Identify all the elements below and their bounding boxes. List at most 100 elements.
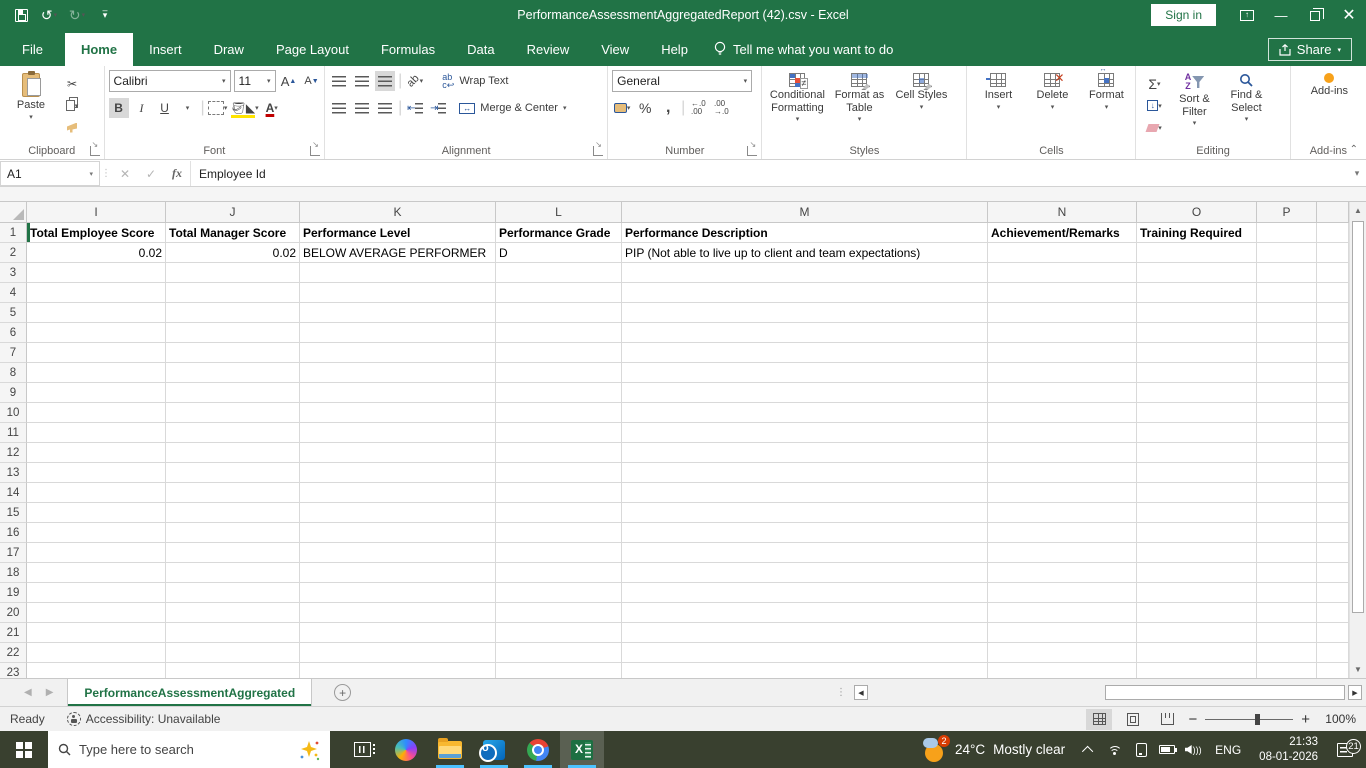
cell-L21[interactable] bbox=[496, 623, 622, 643]
cell-L15[interactable] bbox=[496, 503, 622, 523]
cell-K6[interactable] bbox=[300, 323, 496, 343]
cell-O16[interactable] bbox=[1137, 523, 1257, 543]
cell-I6[interactable] bbox=[27, 323, 166, 343]
cell-I4[interactable] bbox=[27, 283, 166, 303]
cut-button[interactable]: ✂ bbox=[62, 74, 82, 94]
cell-M20[interactable] bbox=[622, 603, 988, 623]
cell-J7[interactable] bbox=[166, 343, 300, 363]
cell-J9[interactable] bbox=[166, 383, 300, 403]
cell-N12[interactable] bbox=[988, 443, 1137, 463]
cell-O10[interactable] bbox=[1137, 403, 1257, 423]
tab-scroll-splitter[interactable]: ⋮ bbox=[830, 687, 852, 698]
cell-P18[interactable] bbox=[1257, 563, 1317, 583]
cell-I3[interactable] bbox=[27, 263, 166, 283]
cell-M11[interactable] bbox=[622, 423, 988, 443]
borders-button[interactable]: ▾ bbox=[207, 98, 228, 118]
cell-P15[interactable] bbox=[1257, 503, 1317, 523]
ribbon-tab-view[interactable]: View bbox=[585, 33, 645, 66]
clipboard-dialog-launcher[interactable] bbox=[89, 140, 100, 156]
new-sheet-button[interactable]: + bbox=[334, 684, 352, 701]
cell-N11[interactable] bbox=[988, 423, 1137, 443]
start-button[interactable] bbox=[0, 731, 48, 768]
column-header-M[interactable]: M bbox=[622, 202, 988, 223]
cell-M6[interactable] bbox=[622, 323, 988, 343]
cell-O18[interactable] bbox=[1137, 563, 1257, 583]
battery-button[interactable] bbox=[1155, 745, 1179, 754]
cell-P20[interactable] bbox=[1257, 603, 1317, 623]
cell-M10[interactable] bbox=[622, 403, 988, 423]
cell-K15[interactable] bbox=[300, 503, 496, 523]
cell-I2[interactable]: 0.02 bbox=[27, 243, 166, 263]
merge-center-button[interactable]: ↔ Merge & Center ▾ bbox=[459, 98, 566, 118]
conditional-formatting-button[interactable]: ≠ Conditional Formatting ▾ bbox=[766, 70, 828, 141]
ribbon-tab-page-layout[interactable]: Page Layout bbox=[260, 33, 365, 66]
cell-P19[interactable] bbox=[1257, 583, 1317, 603]
cell-x3[interactable] bbox=[1317, 263, 1349, 283]
cell-N4[interactable] bbox=[988, 283, 1137, 303]
cell-M14[interactable] bbox=[622, 483, 988, 503]
cell-L22[interactable] bbox=[496, 643, 622, 663]
column-header-J[interactable]: J bbox=[166, 202, 300, 223]
cell-I5[interactable] bbox=[27, 303, 166, 323]
file-explorer-button[interactable] bbox=[428, 731, 472, 768]
copilot-button[interactable] bbox=[384, 731, 428, 768]
wrap-text-button[interactable]: ab c↩ Wrap Text bbox=[442, 71, 508, 91]
redo-button[interactable]: ↻ ▾ bbox=[64, 2, 90, 28]
cell-L7[interactable] bbox=[496, 343, 622, 363]
confirm-entry-button[interactable]: ✓ bbox=[138, 161, 164, 186]
prev-sheet-button[interactable]: ◀ bbox=[24, 687, 32, 698]
cell-K4[interactable] bbox=[300, 283, 496, 303]
font-size-select[interactable]: 11 ▾ bbox=[233, 70, 276, 92]
zoom-slider-thumb[interactable] bbox=[1255, 713, 1261, 725]
cell-x12[interactable] bbox=[1317, 443, 1349, 463]
cell-K10[interactable] bbox=[300, 403, 496, 423]
column-header-N[interactable]: N bbox=[988, 202, 1137, 223]
cell-P22[interactable] bbox=[1257, 643, 1317, 663]
cell-J4[interactable] bbox=[166, 283, 300, 303]
clear-button[interactable]: ▾ bbox=[1144, 118, 1164, 138]
paste-button[interactable]: Paste ▾ bbox=[4, 70, 58, 141]
scroll-left-button[interactable]: ◀ bbox=[854, 685, 868, 700]
cell-M17[interactable] bbox=[622, 543, 988, 563]
cell-x7[interactable] bbox=[1317, 343, 1349, 363]
cell-x10[interactable] bbox=[1317, 403, 1349, 423]
row-header-13[interactable]: 13 bbox=[0, 463, 27, 483]
column-header-K[interactable]: K bbox=[300, 202, 496, 223]
volume-button[interactable]: ))) bbox=[1181, 745, 1205, 755]
chrome-button[interactable] bbox=[516, 731, 560, 768]
expand-formula-bar-button[interactable]: ▾ bbox=[1348, 161, 1366, 186]
cell-P4[interactable] bbox=[1257, 283, 1317, 303]
cell-x4[interactable] bbox=[1317, 283, 1349, 303]
ribbon-tab-draw[interactable]: Draw bbox=[198, 33, 260, 66]
row-header-10[interactable]: 10 bbox=[0, 403, 27, 423]
cell-L6[interactable] bbox=[496, 323, 622, 343]
bold-button[interactable]: B bbox=[108, 98, 129, 118]
increase-font-button[interactable]: A ▲ bbox=[279, 71, 299, 91]
cell-I18[interactable] bbox=[27, 563, 166, 583]
cell-I14[interactable] bbox=[27, 483, 166, 503]
tell-me-box[interactable]: Tell me what you want to do bbox=[704, 32, 903, 66]
cell-M15[interactable] bbox=[622, 503, 988, 523]
cell-I1[interactable]: Total Employee Score bbox=[27, 223, 166, 243]
cell-L5[interactable] bbox=[496, 303, 622, 323]
cell-P21[interactable] bbox=[1257, 623, 1317, 643]
cell-N15[interactable] bbox=[988, 503, 1137, 523]
cell-N16[interactable] bbox=[988, 523, 1137, 543]
ribbon-tab-file[interactable]: File bbox=[0, 33, 65, 66]
cell-N13[interactable] bbox=[988, 463, 1137, 483]
column-header-O[interactable]: O bbox=[1137, 202, 1257, 223]
cell-I10[interactable] bbox=[27, 403, 166, 423]
cell-P7[interactable] bbox=[1257, 343, 1317, 363]
cell-N17[interactable] bbox=[988, 543, 1137, 563]
cell-x2[interactable] bbox=[1317, 243, 1349, 263]
cell-M21[interactable] bbox=[622, 623, 988, 643]
row-header-18[interactable]: 18 bbox=[0, 563, 27, 583]
cell-J21[interactable] bbox=[166, 623, 300, 643]
cell-x23[interactable] bbox=[1317, 663, 1349, 678]
cell-N22[interactable] bbox=[988, 643, 1137, 663]
ribbon-tab-help[interactable]: Help bbox=[645, 33, 704, 66]
cell-x14[interactable] bbox=[1317, 483, 1349, 503]
addins-button[interactable]: Add-ins bbox=[1302, 70, 1356, 141]
cell-x8[interactable] bbox=[1317, 363, 1349, 383]
sort-filter-button[interactable]: AZ Sort & Filter ▾ bbox=[1168, 70, 1220, 141]
